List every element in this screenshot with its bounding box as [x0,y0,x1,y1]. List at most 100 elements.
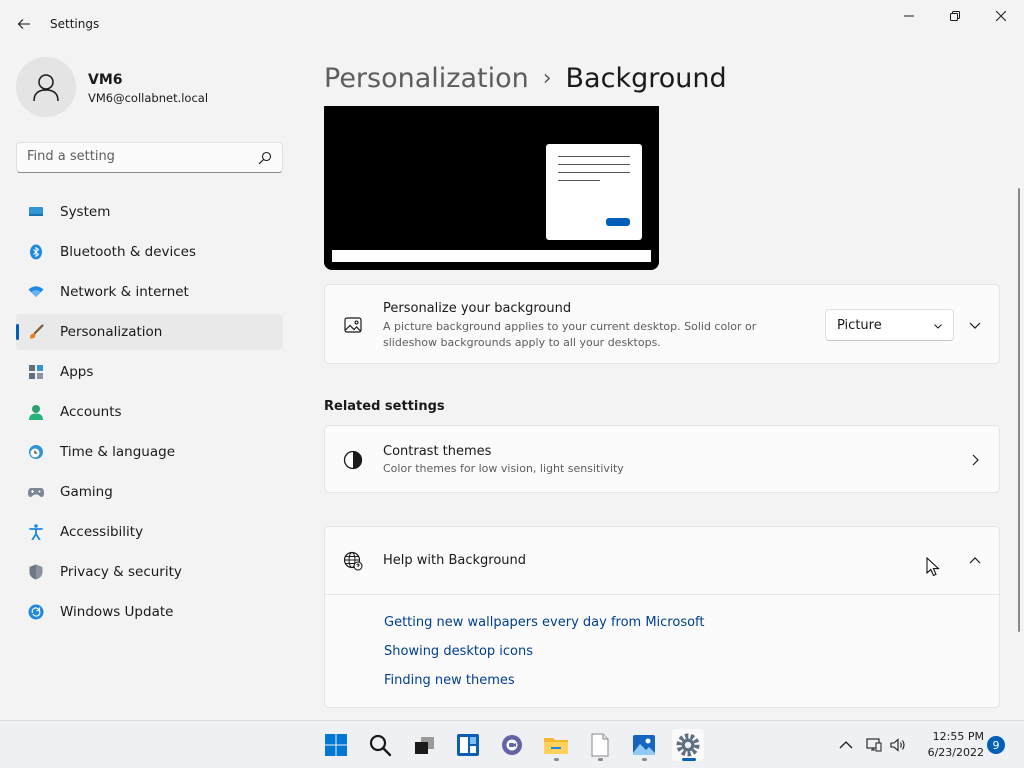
notepad-button[interactable] [584,729,616,761]
personalize-description: slideshow backgrounds apply to all your … [383,336,661,349]
sidebar-item-gaming[interactable]: Gaming [16,474,283,510]
photos-icon [633,735,655,755]
sidebar-item-accessibility[interactable]: Accessibility [16,514,283,550]
sidebar-item-privacy-security[interactable]: Privacy & security [16,554,283,590]
sidebar-item-label: Windows Update [60,604,174,620]
expand-chevron-icon[interactable] [967,317,983,333]
settings-taskbar-button[interactable] [672,729,704,761]
system-icon [29,207,43,216]
app-title: Settings [50,17,100,31]
contrast-themes-title: Contrast themes [383,444,492,459]
chat-icon [502,735,522,755]
background-type-dropdown[interactable]: Picture [825,309,954,341]
related-settings-heading: Related settings [324,399,445,414]
help-link-wallpapers[interactable]: Getting new wallpapers every day from Mi… [384,615,705,630]
sidebar-item-apps[interactable]: Apps [16,354,283,390]
breadcrumb-separator: › [542,65,552,91]
brush-icon [30,324,44,339]
search-icon [369,734,392,757]
sidebar-item-label: Network & internet [60,284,189,300]
file-explorer-button[interactable] [540,729,572,761]
minimize-icon [904,15,914,17]
wifi-icon [28,286,44,297]
running-indicator [598,758,603,761]
sidebar-item-accounts[interactable]: Accounts [16,394,283,430]
sidebar-item-windows-update[interactable]: Windows Update [16,594,283,630]
preview-window [546,144,642,240]
help-link-desktop-icons[interactable]: Showing desktop icons [384,644,533,659]
active-indicator [682,758,696,761]
preview-button [606,218,630,226]
personalize-title: Personalize your background [383,301,572,316]
sidebar-nav: System Bluetooth & devices Network & int… [16,194,283,634]
help-card: Help with Background Getting new wallpap… [324,526,1000,708]
start-button[interactable] [320,729,352,761]
sidebar-item-label: Gaming [60,484,113,500]
sidebar-item-label: Time & language [60,444,176,460]
background-preview [324,106,659,270]
breadcrumb: Personalization › Background [324,58,727,98]
personalize-background-card[interactable]: Personalize your background A picture ba… [324,284,1000,364]
sidebar-item-label: Accounts [60,404,122,420]
running-indicator [554,758,559,761]
taskbar: 12:55 PM 6/23/2022 [0,720,1024,768]
back-arrow-icon [17,19,30,29]
search-icon[interactable] [258,151,272,165]
taskbar-search-button[interactable] [364,729,396,761]
contrast-themes-card[interactable]: Contrast themes Color themes for low vis… [324,425,1000,493]
avatar[interactable] [16,57,76,117]
search-box[interactable] [16,142,283,173]
user-name: VM6 [88,72,123,88]
update-icon [28,604,44,620]
restore-icon [950,11,960,21]
picture-icon [344,317,362,333]
search-input[interactable] [27,149,247,164]
breadcrumb-parent[interactable]: Personalization [324,63,529,94]
chevron-down-icon [934,324,942,329]
sidebar-item-bluetooth[interactable]: Bluetooth & devices [16,234,283,270]
volume-icon[interactable] [890,737,906,753]
apps-icon [29,365,43,379]
sidebar-item-time-language[interactable]: Time & language [16,434,283,470]
sidebar-item-label: Accessibility [60,524,144,540]
help-title: Help with Background [383,553,527,568]
contrast-icon [343,450,363,470]
teams-chat-button[interactable] [496,729,528,761]
preview-line [558,164,630,165]
clock-date: 6/23/2022 [927,746,984,759]
photos-button[interactable] [628,729,660,761]
sidebar-item-system[interactable]: System [16,194,283,230]
clock-globe-icon [29,445,43,459]
globe-help-icon [343,551,363,571]
preview-taskbar [332,250,651,262]
preview-line [558,172,630,173]
accounts-icon [29,405,43,420]
minimize-button[interactable] [886,0,932,32]
back-button[interactable] [8,8,40,40]
restore-button[interactable] [932,0,978,32]
chevron-up-icon[interactable] [967,553,983,569]
mouse-cursor-icon [926,557,940,577]
contrast-themes-description: Color themes for low vision, light sensi… [383,462,624,475]
gear-icon [676,733,700,757]
gamepad-icon [28,488,44,497]
title-bar: Settings [0,0,1024,48]
sidebar-item-personalization[interactable]: Personalization [16,314,283,350]
chevron-up-icon[interactable] [838,737,854,753]
widgets-button[interactable] [452,729,484,761]
task-view-button[interactable] [408,729,440,761]
notepad-icon [591,733,609,757]
scrollbar-thumb[interactable] [1018,188,1020,632]
task-view-icon [415,737,434,754]
close-icon [996,11,1006,21]
help-link-new-themes[interactable]: Finding new themes [384,673,515,688]
network-icon[interactable] [866,737,882,753]
system-clock[interactable]: 12:55 PM 6/23/2022 [914,729,984,761]
divider [325,594,999,595]
notification-badge[interactable]: 9 [987,736,1005,754]
page-title: Background [565,62,727,94]
close-button[interactable] [978,0,1024,32]
preview-line [558,180,600,181]
sidebar-item-network[interactable]: Network & internet [16,274,283,310]
help-header[interactable]: Help with Background [325,527,999,594]
